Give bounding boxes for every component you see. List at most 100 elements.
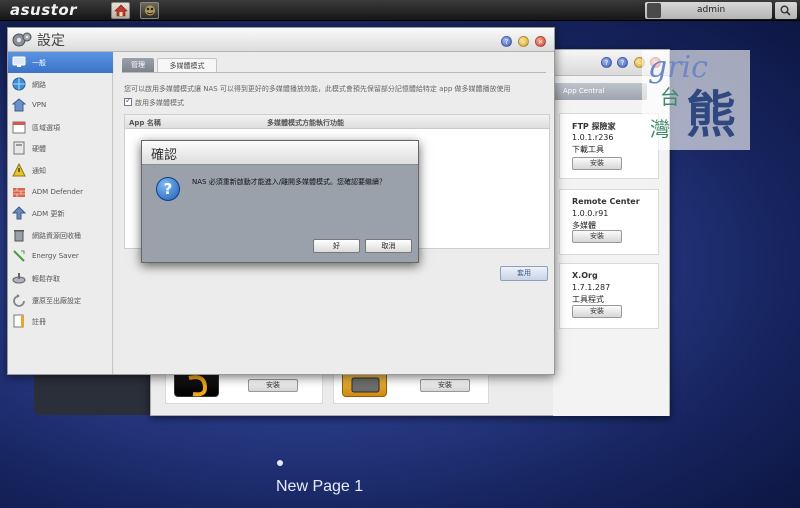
sidebar-item-label: 註冊 <box>32 318 46 327</box>
ezconnect-icon <box>12 273 26 284</box>
app-card[interactable]: 安裝 <box>333 370 489 404</box>
sidebar-item-label: 一般 <box>32 59 46 67</box>
globe-icon <box>12 77 26 91</box>
sidebar-item[interactable]: 網路資源回收桶 <box>8 225 113 246</box>
home-icon[interactable] <box>111 2 130 19</box>
minimize-button[interactable]: – <box>518 36 529 47</box>
sidebar-item-label: VPN <box>32 101 47 110</box>
update-icon <box>12 206 26 220</box>
app-name: FTP 探險家 <box>572 122 616 131</box>
tab-app-central[interactable]: App Central <box>551 83 647 100</box>
sidebar-item[interactable]: 一般 <box>8 52 113 73</box>
app-version: 1.0.0.r91 <box>572 209 609 218</box>
recycle-bin-icon <box>14 229 24 242</box>
tab-multimedia-mode[interactable]: 多媒體模式 <box>157 58 217 72</box>
app-name: Remote Center <box>572 197 640 206</box>
sidebar-item-label: 還原至出廠設定 <box>32 296 81 305</box>
sidebar-item-label: 網路資源回收桶 <box>32 231 81 240</box>
app-version: 1.7.1.287 <box>572 283 611 292</box>
firewall-icon <box>13 187 25 197</box>
tab-manage[interactable]: 管理 <box>122 58 154 72</box>
sidebar-item[interactable]: 還原至出廠設定 <box>8 290 113 311</box>
watermark: gric 台 灣 熊 <box>642 50 750 150</box>
settings-gear-icon <box>12 32 32 47</box>
install-button[interactable]: 安裝 <box>572 230 622 243</box>
install-button[interactable]: 安裝 <box>420 379 470 392</box>
question-icon: ? <box>156 177 180 201</box>
multimedia-description: 您可以啟用多媒體模式讓 NAS 可以得到更好的多媒體播放效能，此模式會預先保留部… <box>124 85 511 93</box>
app-category: 工具程式 <box>572 295 604 304</box>
ok-button[interactable]: 好 <box>313 239 360 253</box>
install-button[interactable]: 安裝 <box>572 157 622 170</box>
sidebar-item[interactable]: ADM 更新 <box>8 203 113 224</box>
user-icon <box>647 3 661 18</box>
sidebar-item[interactable]: 輕鬆存取 <box>8 268 113 289</box>
confirm-dialog: 確認 ? NAS 必須重新啟動才能進入/離開多媒體模式。您確認要繼續？ 好 取消 <box>141 140 419 263</box>
app-name: X.Org <box>572 271 598 280</box>
sidebar-item-label: Energy Saver <box>32 252 79 261</box>
user-menu[interactable]: admin <box>645 2 772 19</box>
vpn-icon <box>12 98 26 112</box>
app-card[interactable]: 安裝 <box>165 370 323 404</box>
sidebar-item[interactable]: 硬體 <box>8 138 113 159</box>
search-icon <box>780 5 791 16</box>
watermark-text: 台 <box>660 85 680 109</box>
app-central-shortcut-icon[interactable] <box>140 2 159 19</box>
info-button[interactable]: ? <box>617 57 628 68</box>
watermark-text: gric <box>648 50 708 85</box>
sidebar-item[interactable]: 註冊 <box>8 311 113 332</box>
sidebar-item[interactable]: 網路 <box>8 74 113 95</box>
enable-multimedia-label: 啟用多媒體模式 <box>135 99 184 107</box>
monitor-icon <box>12 56 26 67</box>
app-card[interactable]: X.Org 1.7.1.287 工具程式 安裝 <box>559 263 659 329</box>
sidebar-item-label: ADM 更新 <box>32 210 65 219</box>
settings-titlebar[interactable]: 設定 ? – × <box>8 28 554 52</box>
close-button[interactable]: × <box>535 36 546 47</box>
tab-divider <box>122 72 546 73</box>
settings-sidebar: 一般網路 VPN 區域選項硬體通知 ADM Defender ADM 更新網路資源回收桶… <box>8 52 113 374</box>
sidebar-item[interactable]: ADM Defender <box>8 182 113 203</box>
app-version: 1.0.1.r236 <box>572 133 614 142</box>
column-app-name[interactable]: App 名稱 <box>129 118 161 128</box>
help-button[interactable]: ? <box>501 36 512 47</box>
calendar-icon <box>12 121 26 134</box>
background-panel <box>34 370 164 415</box>
desktop-page-label: New Page 1 <box>276 478 364 495</box>
enable-multimedia-checkbox[interactable] <box>124 96 132 106</box>
watermark-text: 熊 <box>686 86 736 144</box>
warning-icon <box>12 163 26 177</box>
sidebar-item[interactable]: VPN <box>8 95 113 116</box>
sidebar-item[interactable]: 區域選項 <box>8 117 113 138</box>
apply-button[interactable]: 套用 <box>500 266 548 281</box>
register-icon <box>13 314 24 328</box>
sidebar-item-label: 區域選項 <box>32 123 60 132</box>
hardware-icon <box>13 141 25 155</box>
settings-title: 設定 <box>37 33 65 49</box>
search-button[interactable] <box>775 2 797 19</box>
cancel-button[interactable]: 取消 <box>365 239 412 253</box>
restore-icon <box>13 293 25 307</box>
help-button[interactable]: ? <box>601 57 612 68</box>
enable-multimedia-row[interactable]: 啟用多媒體模式 <box>124 96 184 108</box>
column-multimedia-function[interactable]: 多媒體模式方能執行功能 <box>267 118 344 128</box>
table-header: App 名稱 多媒體模式方能執行功能 <box>125 115 549 129</box>
dialog-titlebar[interactable]: 確認 <box>142 141 418 165</box>
sidebar-item-label: ADM Defender <box>32 187 83 196</box>
watermark-text: 灣 <box>650 117 670 141</box>
app-category: 下載工具 <box>572 145 604 154</box>
sidebar-item-label: 通知 <box>32 167 46 175</box>
dialog-message: NAS 必須重新啟動才能進入/離開多媒體模式。您確認要繼續？ <box>192 178 387 186</box>
page-indicator-dot[interactable] <box>277 460 283 466</box>
dialog-body: ? NAS 必須重新啟動才能進入/離開多媒體模式。您確認要繼續？ 好 取消 <box>146 169 414 258</box>
energy-icon <box>13 250 25 263</box>
sidebar-item-label: 網路 <box>32 80 46 89</box>
sidebar-item-label: 硬體 <box>32 145 46 154</box>
dialog-title: 確認 <box>151 148 178 163</box>
install-button[interactable]: 安裝 <box>248 379 298 392</box>
install-button[interactable]: 安裝 <box>572 305 622 318</box>
app-card[interactable]: Remote Center 1.0.0.r91 多媒體 安裝 <box>559 189 659 255</box>
user-name: admin <box>697 5 726 15</box>
asustor-logo: asustor <box>10 1 78 19</box>
sidebar-item[interactable]: 通知 <box>8 160 113 181</box>
sidebar-item[interactable]: Energy Saver <box>8 246 113 267</box>
